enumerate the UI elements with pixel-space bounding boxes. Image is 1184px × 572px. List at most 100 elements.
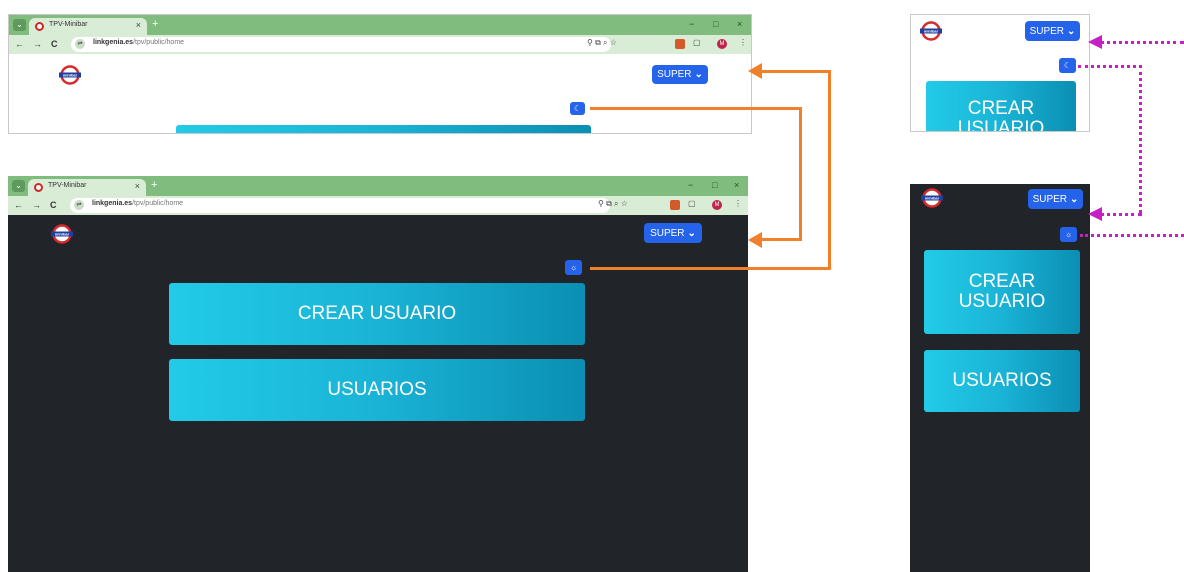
theme-toggle-button[interactable]: ☼	[1060, 227, 1077, 242]
extension-icon[interactable]	[670, 200, 680, 210]
super-dropdown-button[interactable]: SUPER ⌄	[644, 223, 702, 243]
minimize-icon[interactable]: −	[689, 19, 694, 29]
extension-icon[interactable]	[675, 39, 685, 49]
url-input[interactable]: ⇌ linkgenia.es/tpv/public/home	[70, 198, 610, 213]
chevron-down-icon: ⌄	[687, 227, 696, 239]
new-tab-icon[interactable]: +	[151, 180, 157, 191]
theme-toggle-button[interactable]: ☼	[565, 260, 582, 275]
crear-usuario-button[interactable]: CREAR USUARIO	[924, 250, 1080, 334]
minibar-logo: minibar	[59, 65, 81, 85]
site-info-icon[interactable]: ⇌	[74, 200, 84, 210]
crear-line-1: CREAR	[968, 271, 1036, 292]
tab-close-icon[interactable]: ×	[136, 20, 141, 30]
puzzle-icon[interactable]: ▢	[688, 199, 696, 209]
arrowhead-icon	[748, 63, 762, 79]
sun-icon: ☼	[569, 263, 578, 272]
logo-text: minibar	[925, 196, 940, 201]
minibar-logo: minibar	[921, 188, 943, 208]
crear-usuario-button[interactable]: CREAR USUARIO	[169, 283, 585, 345]
reload-icon[interactable]: C	[50, 200, 57, 210]
usuarios-button[interactable]: USUARIOS	[169, 359, 585, 421]
maximize-icon[interactable]: □	[712, 180, 717, 190]
address-bar: ← → C ⇌ linkgenia.es/tpv/public/home ⚲ ⧉…	[9, 35, 751, 54]
profile-avatar[interactable]: M	[712, 200, 722, 210]
chevron-down-icon: ⌄	[1070, 193, 1079, 205]
url-domain: linkgenia.es	[93, 39, 134, 46]
logo-text: minibar	[55, 232, 70, 237]
theme-toggle-button[interactable]: ☾	[1059, 58, 1076, 73]
magenta-connector	[1100, 213, 1142, 216]
minimize-icon[interactable]: −	[688, 180, 693, 190]
moon-icon: ☾	[573, 104, 582, 113]
favicon-icon	[35, 22, 44, 31]
super-label: SUPER	[1029, 25, 1065, 37]
super-dropdown-button[interactable]: SUPER ⌄	[1028, 189, 1083, 209]
tab-search-icon[interactable]: ⌄	[12, 180, 25, 192]
crear-line-2: USUARIO	[958, 291, 1046, 312]
orange-connector	[828, 70, 831, 270]
tab-bar: ⌄ TPV-Minibar × + − □ ×	[9, 15, 751, 35]
super-dropdown-button[interactable]: SUPER ⌄	[652, 65, 708, 84]
menu-icon[interactable]: ⋮	[734, 199, 742, 209]
moon-icon: ☾	[1063, 61, 1072, 70]
toolbar-icons[interactable]: ⚲ ⧉ ⌕ ☆	[598, 199, 628, 209]
usuarios-label: USUARIOS	[327, 379, 427, 400]
minibar-logo: minibar	[51, 224, 73, 244]
toolbar-icons[interactable]: ⚲ ⧉ ⌕ ☆	[587, 38, 617, 48]
super-label: SUPER	[650, 227, 685, 239]
favicon-icon	[34, 183, 43, 192]
magenta-connector	[1100, 41, 1184, 44]
tab-bar: ⌄ TPV-Minibar × + − □ ×	[8, 176, 748, 196]
orange-connector	[760, 238, 802, 241]
menu-icon[interactable]: ⋮	[739, 38, 747, 48]
usuarios-button[interactable]: USUARIOS	[924, 350, 1080, 412]
tab-search-icon[interactable]: ⌄	[13, 19, 26, 31]
back-icon[interactable]: ←	[14, 200, 23, 210]
browser-tab[interactable]: TPV-Minibar ×	[28, 179, 146, 196]
url-input[interactable]: ⇌ linkgenia.es/tpv/public/home	[71, 37, 611, 52]
super-label: SUPER	[1032, 193, 1068, 205]
logo-text: minibar	[924, 29, 939, 34]
url-path: /tpv/public/home	[132, 200, 184, 207]
magenta-connector	[1139, 65, 1142, 213]
close-window-icon[interactable]: ×	[737, 19, 742, 29]
arrowhead-icon	[1088, 207, 1102, 221]
reload-icon[interactable]: C	[51, 39, 58, 49]
close-window-icon[interactable]: ×	[734, 180, 739, 190]
tab-title: TPV-Minibar	[48, 182, 87, 189]
arrowhead-icon	[748, 232, 762, 248]
usuarios-label: USUARIOS	[952, 370, 1052, 391]
tab-title: TPV-Minibar	[49, 21, 88, 28]
mobile-dark-window: minibar SUPER ⌄ ☼ CREAR USUARIO USUARIOS	[910, 184, 1090, 572]
url-path: /tpv/public/home	[133, 39, 185, 46]
browser-tab[interactable]: TPV-Minibar ×	[29, 18, 147, 35]
desktop-dark-window: ⌄ TPV-Minibar × + − □ × ← → C ⇌ linkgeni…	[8, 176, 748, 572]
forward-icon[interactable]: →	[33, 39, 42, 49]
crear-line-2: USUARIO	[957, 118, 1045, 132]
url-text: linkgenia.es/tpv/public/home	[93, 39, 184, 46]
puzzle-icon[interactable]: ▢	[693, 38, 701, 48]
chevron-down-icon: ⌄	[694, 69, 703, 80]
maximize-icon[interactable]: □	[713, 19, 718, 29]
magenta-connector	[1080, 234, 1184, 237]
orange-connector	[590, 107, 802, 110]
forward-icon[interactable]: →	[32, 200, 41, 210]
crear-usuario-button-partial[interactable]	[176, 125, 591, 133]
url-text: linkgenia.es/tpv/public/home	[92, 200, 183, 207]
profile-avatar[interactable]: M	[717, 39, 727, 49]
new-tab-icon[interactable]: +	[152, 19, 158, 30]
logo-text: minibar	[63, 73, 78, 78]
back-icon[interactable]: ←	[15, 39, 24, 49]
theme-toggle-button[interactable]: ☾	[570, 102, 585, 115]
orange-connector	[799, 107, 802, 241]
site-info-icon[interactable]: ⇌	[75, 39, 85, 49]
orange-connector	[760, 70, 830, 73]
sun-icon: ☼	[1064, 230, 1073, 239]
magenta-connector	[1078, 65, 1142, 68]
tab-close-icon[interactable]: ×	[135, 181, 140, 191]
url-domain: linkgenia.es	[92, 200, 133, 207]
crear-line-1: CREAR	[967, 98, 1035, 119]
crear-usuario-button[interactable]: CREAR USUARIO	[926, 81, 1076, 132]
orange-connector	[590, 267, 831, 270]
super-dropdown-button[interactable]: SUPER ⌄	[1025, 21, 1080, 41]
